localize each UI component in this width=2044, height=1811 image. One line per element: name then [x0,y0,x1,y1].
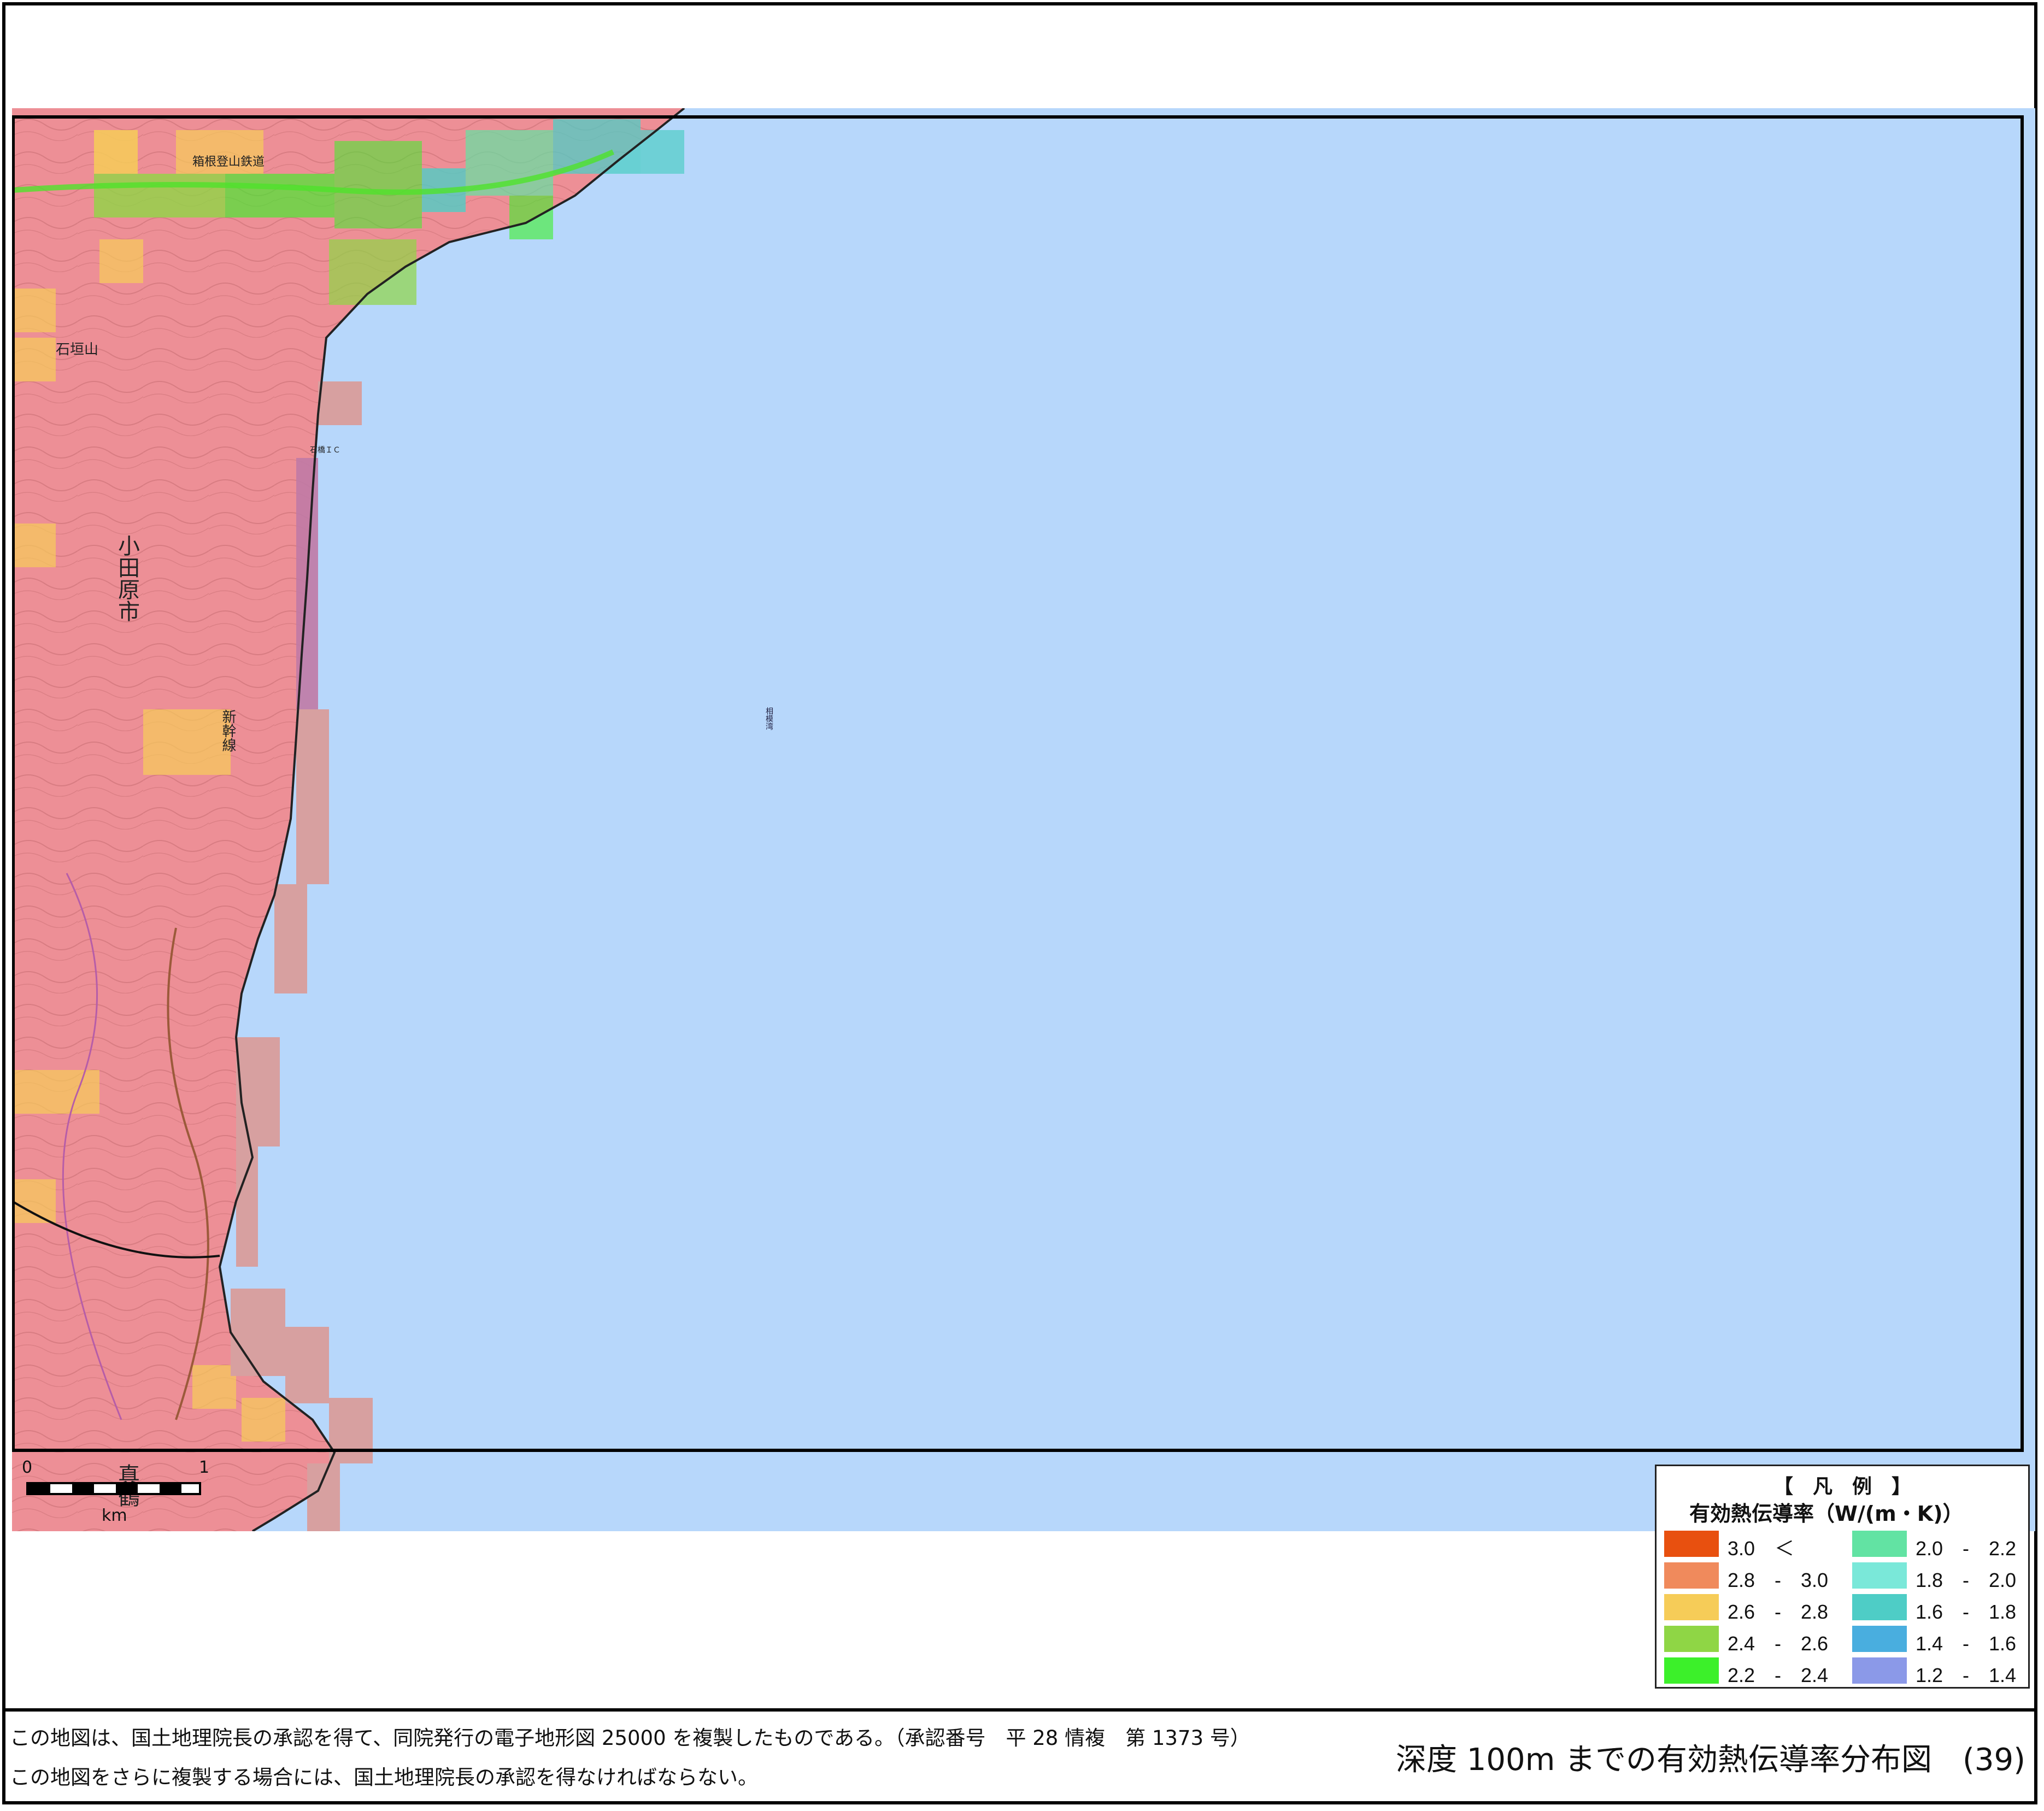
legend-label: 1.2 - 1.4 [1916,1664,2017,1686]
legend-swatch [1664,1562,1719,1589]
legend-label: 1.4 - 1.6 [1916,1632,2017,1655]
legend-label: 2.6 - 2.8 [1728,1601,1829,1623]
map-area[interactable]: 小田原市 真鶴 石垣山 新幹線 箱根登山鉄道 石橋ＩＣ 相模湾 [12,108,2035,1531]
thermal-conductivity-map[interactable]: 小田原市 真鶴 石垣山 新幹線 箱根登山鉄道 石橋ＩＣ 相模湾 [12,108,2035,1531]
scale-start-label: 0 [22,1458,33,1477]
city-label: 小田原市 [114,534,139,622]
map-title: 深度 100m までの有効熱伝導率分布図 (39) [1396,1742,2025,1778]
copyright-notice-line2: この地図をさらに複製する場合には、国土地理院長の承認を得なければならない。 [10,1766,758,1789]
legend-item: 3.0 ＜ [1664,1531,1845,1560]
scale-unit-label: km [102,1506,127,1525]
legend-swatch [1664,1531,1719,1557]
legend-item: 2.0 - 2.2 [1852,1531,2033,1560]
legend-item: 2.2 - 2.4 [1664,1657,1845,1686]
scale-end-label: 1 [199,1458,210,1477]
sea-label: 相模湾 [765,707,773,730]
legend-swatch [1852,1562,1907,1589]
legend-swatch [1664,1594,1719,1620]
mountain-label: 石垣山 [56,342,98,358]
legend-swatch [1852,1626,1907,1652]
legend-label: 2.8 - 3.0 [1728,1569,1829,1591]
legend-item: 1.8 - 2.0 [1852,1562,2033,1591]
legend-swatch [1852,1657,1907,1684]
footer-divider [2,1708,2037,1712]
legend-label: 3.0 ＜ [1728,1537,1795,1560]
legend: 【 凡 例 】 有効熱伝導率（W/(m・K)） 3.0 ＜ 2.8 - 3.0 … [1655,1465,2030,1689]
legend-item: 1.2 - 1.4 [1852,1657,2033,1686]
railway-label: 新幹線 [220,709,236,752]
legend-label: 2.0 - 2.2 [1916,1537,2017,1560]
legend-label: 2.2 - 2.4 [1728,1664,1829,1686]
legend-label: 1.6 - 1.8 [1916,1601,2017,1623]
copyright-notice-line1: この地図は、国土地理院長の承認を得て、同院発行の電子地形図 25000 を複製し… [10,1726,1250,1750]
road-label: 箱根登山鉄道 [192,155,265,169]
legend-item: 1.4 - 1.6 [1852,1626,2033,1655]
legend-item: 2.8 - 3.0 [1664,1562,1845,1591]
legend-swatch [1664,1657,1719,1684]
legend-item: 2.6 - 2.8 [1664,1594,1845,1623]
legend-title: 【 凡 例 】 [1773,1475,1911,1498]
interchange-label: 石橋ＩＣ [310,446,340,455]
legend-subtitle: 有効熱伝導率（W/(m・K)） [1689,1502,1964,1526]
legend-swatch [1664,1626,1719,1652]
legend-item: 1.6 - 1.8 [1852,1594,2033,1623]
scale-bar-graphic [26,1482,201,1495]
legend-label: 2.4 - 2.6 [1728,1632,1829,1655]
scale-bar: 0 1 km [14,1458,222,1534]
legend-swatch [1852,1594,1907,1620]
legend-item: 2.4 - 2.6 [1664,1626,1845,1655]
legend-swatch [1852,1531,1907,1557]
legend-label: 1.8 - 2.0 [1916,1569,2017,1591]
